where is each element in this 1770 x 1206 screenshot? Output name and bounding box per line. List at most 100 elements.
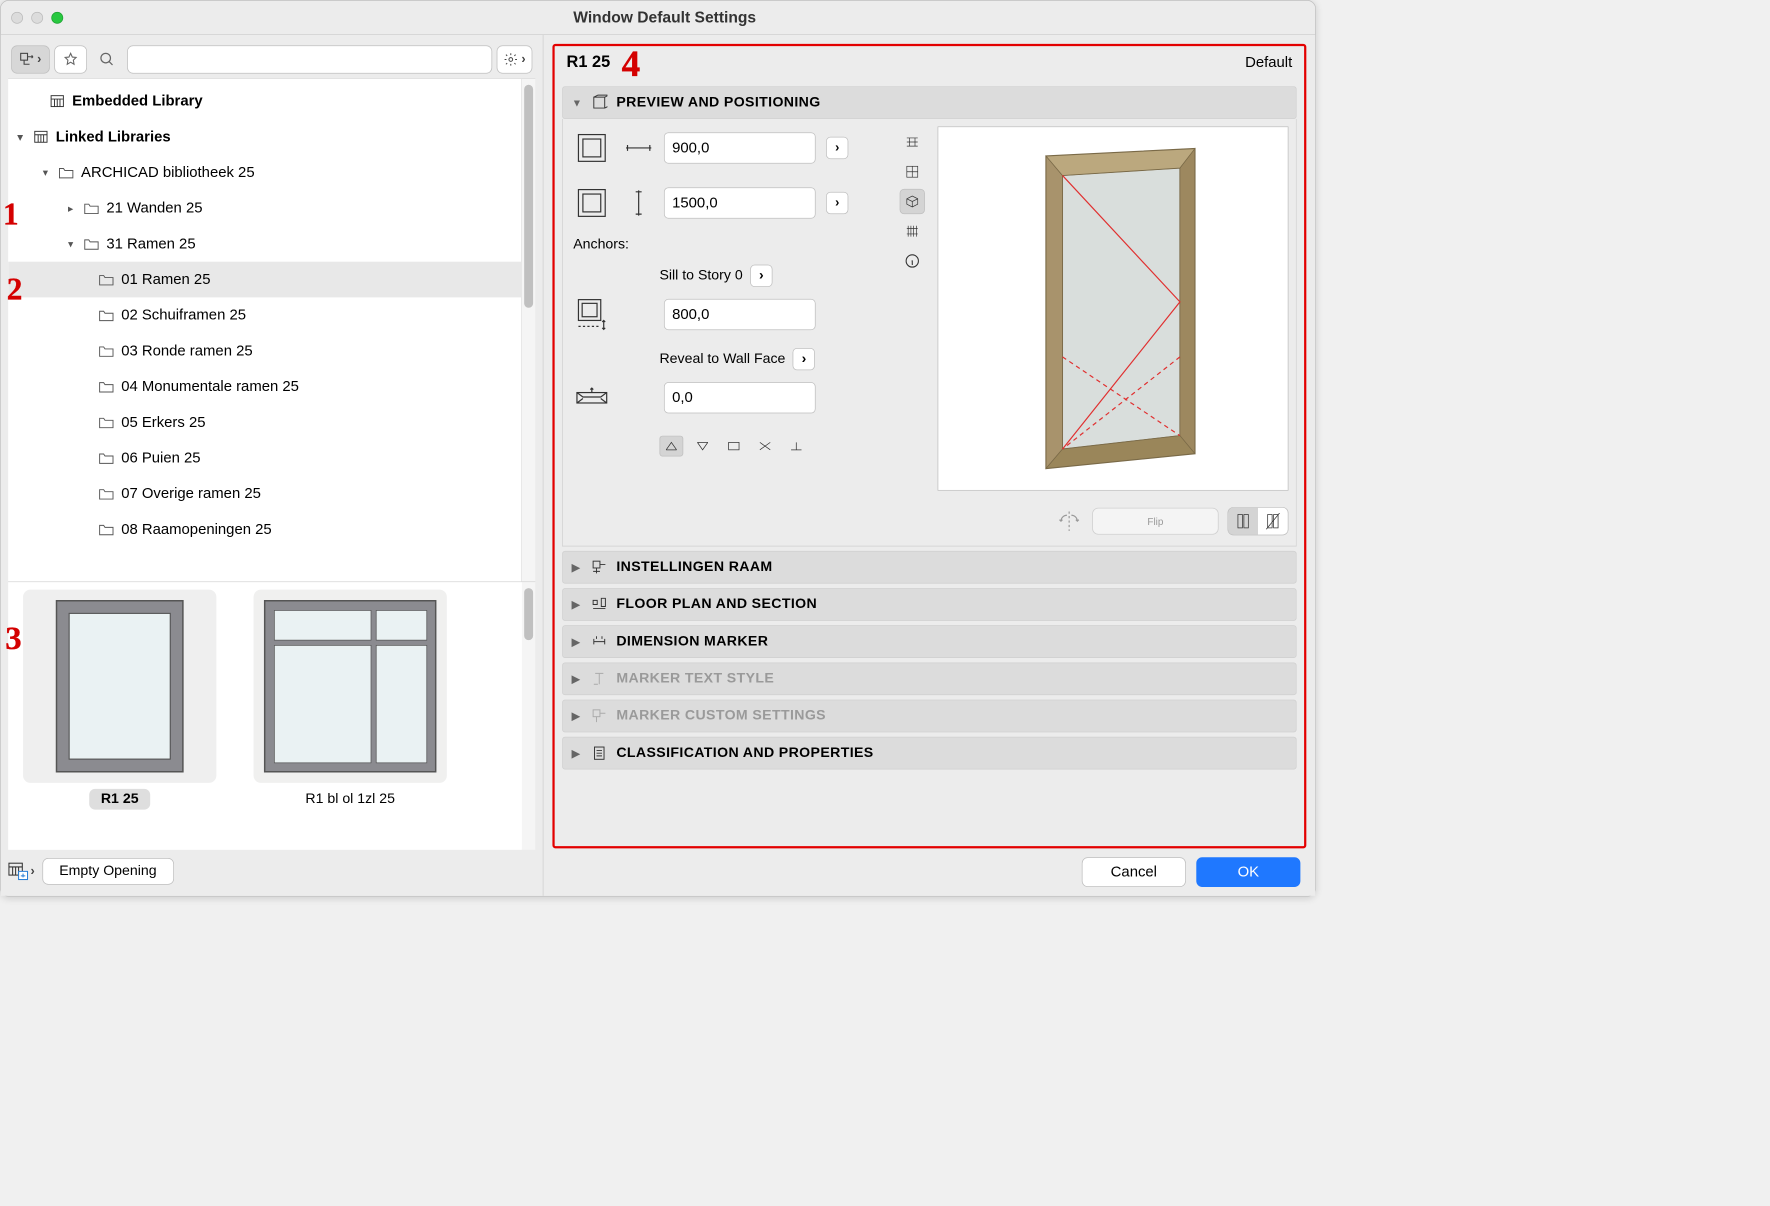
flip-segment [1228,507,1289,535]
flip-side-b[interactable] [1258,508,1288,535]
tree-item[interactable]: 07 Overige ramen 25 [8,476,521,512]
chevron-right-icon[interactable]: ▸ [63,202,78,215]
width-dim-icon [624,126,654,169]
library-tree[interactable]: Embedded Library ▾ Linked Libraries ▾ [8,79,522,581]
thumbnail-preview [23,589,216,782]
view-plan[interactable] [900,159,925,184]
zoom-dot[interactable] [51,12,63,24]
flip-button[interactable]: Flip [1092,508,1218,535]
thumbnail-item[interactable]: R1 25 [23,589,216,842]
anchor-mode-2[interactable] [691,436,715,457]
anchor-mode-4[interactable] [753,436,777,457]
tree-embedded-library[interactable]: Embedded Library [8,83,521,119]
tree-item[interactable]: 01 Ramen 25 [8,262,521,298]
library-icon [32,128,50,146]
tree-scrollbar[interactable] [522,79,535,581]
folder-icon [97,485,115,503]
tree-item[interactable]: 04 Monumentale ramen 25 [8,369,521,405]
chevron-right-icon: ▶ [572,598,582,611]
view-elevation[interactable] [900,129,925,154]
width-popup[interactable]: › [826,137,848,159]
folder-icon [97,449,115,467]
search-icon-button[interactable] [91,45,122,73]
width-input[interactable] [664,132,816,163]
width-icon [570,126,613,169]
chevron-down-icon: ▼ [572,97,582,109]
folder-icon [83,199,101,217]
height-dim-icon [624,181,654,224]
options-button[interactable]: › [497,45,532,73]
tree-item[interactable]: 02 Schuiframen 25 [8,297,521,333]
panel-head-instellingen[interactable]: ▶ INSTELLINGEN RAAM [562,551,1297,584]
thumbnail-item[interactable]: R1 bl ol 1zl 25 [254,589,447,842]
thumbnails-grid: R1 25 R1 bl ol 1zl 25 [8,582,522,850]
search-input[interactable] [127,45,493,73]
traffic-lights [11,12,63,24]
browse-mode-button[interactable]: › [11,45,49,73]
info-icon[interactable] [900,248,925,273]
thumbnails-scrollbar[interactable] [522,582,535,850]
preview-3d[interactable] [938,126,1289,490]
minimize-dot[interactable] [31,12,43,24]
library-icon [48,92,66,110]
folder-icon [97,271,115,289]
folder-icon [97,413,115,431]
chevron-down-icon[interactable]: ▾ [63,238,78,251]
thumbnail-caption: R1 bl ol 1zl 25 [294,789,407,810]
tree-label: 08 Raamopeningen 25 [121,521,271,538]
tree-item[interactable]: 06 Puien 25 [8,440,521,476]
sill-popup[interactable]: › [750,265,772,287]
folder-icon [97,306,115,324]
panel-title: MARKER CUSTOM SETTINGS [616,708,826,724]
panel-icon [591,708,607,724]
panel-head-preview[interactable]: ▼ PREVIEW AND POSITIONING [562,86,1297,119]
panel-head-dimension[interactable]: ▶ DIMENSION MARKER [562,625,1297,658]
cancel-button[interactable]: Cancel [1082,857,1186,887]
folder-icon [97,378,115,396]
reveal-popup[interactable]: › [793,348,815,370]
tree-root-folder[interactable]: ▾ ARCHICAD bibliotheek 25 [8,155,521,191]
anchor-mode-5[interactable] [784,436,808,457]
view-section[interactable] [900,219,925,244]
anchor-mode-1[interactable] [659,436,683,457]
view-3d[interactable] [900,189,925,214]
panel-title: CLASSIFICATION AND PROPERTIES [616,745,873,761]
close-dot[interactable] [11,12,23,24]
tree-label: 21 Wanden 25 [106,200,202,217]
tree-item[interactable]: 08 Raamopeningen 25 [8,512,521,548]
height-input[interactable] [664,187,816,218]
reveal-input[interactable] [664,382,816,413]
panel-head-floorplan[interactable]: ▶ FLOOR PLAN AND SECTION [562,588,1297,621]
library-manager-icon[interactable]: › [8,862,35,880]
anchors-label: Anchors: [570,236,882,252]
tree-subfolder-1[interactable]: ▸ 21 Wanden 25 [8,190,521,226]
chevron-down-icon[interactable]: ▾ [13,130,28,143]
tree-item[interactable]: 05 Erkers 25 [8,404,521,440]
panel-icon [591,633,607,649]
tree-linked-libraries[interactable]: ▾ Linked Libraries [8,119,521,155]
height-popup[interactable]: › [826,192,848,214]
panel-head-classification[interactable]: ▶ CLASSIFICATION AND PROPERTIES [562,737,1297,770]
folder-icon [57,164,75,182]
tree-label: 04 Monumentale ramen 25 [121,378,299,395]
folder-icon [97,520,115,538]
panel-head-markertext: ▶ MARKER TEXT STYLE [562,662,1297,695]
anchor-mode-3[interactable] [722,436,746,457]
mirror-icon[interactable] [1055,510,1083,532]
tree-item[interactable]: 03 Ronde ramen 25 [8,333,521,369]
panel-icon [591,745,607,761]
flip-side-a[interactable] [1228,508,1258,535]
tree-subfolder-2[interactable]: ▾ 31 Ramen 25 [8,226,521,262]
ok-button[interactable]: OK [1196,857,1300,887]
tree-label: 03 Ronde ramen 25 [121,342,252,359]
tree-label: Linked Libraries [56,128,171,145]
chevron-right-icon: ▶ [572,747,582,760]
favorites-button[interactable] [54,45,87,73]
sill-input[interactable] [664,299,816,330]
chevron-right-icon: ▶ [572,635,582,648]
empty-opening-button[interactable]: Empty Opening [42,858,174,885]
panel-title: DIMENSION MARKER [616,633,768,649]
panel-icon [591,596,607,612]
chevron-down-icon[interactable]: ▾ [38,166,53,179]
tree-label: ARCHICAD bibliotheek 25 [81,164,255,181]
